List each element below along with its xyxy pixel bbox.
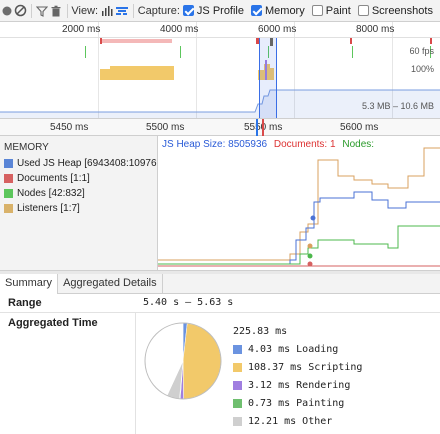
documents-point xyxy=(307,261,313,267)
detail-time-ruler: 5450 ms 5500 ms 5550 ms 5600 ms xyxy=(0,118,440,136)
pie-legend-label: 108.37 ms Scripting xyxy=(248,362,363,373)
checkbox-box[interactable] xyxy=(251,5,262,16)
tab-aggregated-details[interactable]: Aggregated Details xyxy=(58,274,163,294)
heap-range-label: 5.3 MB – 10.6 MB xyxy=(361,101,434,111)
legend-documents[interactable]: Documents [1:1] xyxy=(4,173,158,184)
ruler-tick-label: 5600 ms xyxy=(340,122,379,133)
legend-nodes[interactable]: Nodes [42:832] xyxy=(4,188,158,199)
pie-slice-scripting xyxy=(182,322,222,400)
pie-legend-label: 4.03 ms Loading xyxy=(248,344,339,355)
pie-legend-other: 12.21 ms Other xyxy=(233,416,332,427)
legend-swatch xyxy=(4,189,13,198)
memory-legend-panel: MEMORY Used JS Heap [6943408:10976 Docum… xyxy=(0,136,158,270)
capture-paint-checkbox[interactable]: Paint xyxy=(311,4,351,17)
view-flamechart-button[interactable] xyxy=(115,0,129,21)
trash-icon xyxy=(51,5,61,16)
range-value: 5.40 s – 5.63 s xyxy=(143,297,234,308)
summary-panel: Range 5.40 s – 5.63 s Aggregated Time 22… xyxy=(0,294,440,434)
ruler-tick-label: 5450 ms xyxy=(50,122,89,133)
legend-js-heap[interactable]: Used JS Heap [6943408:10976 xyxy=(4,158,158,169)
toolbar-divider xyxy=(66,3,68,18)
timeline-overview[interactable]: 2000 ms 4000 ms 6000 ms 8000 ms 60 fps 1… xyxy=(0,22,440,118)
fps-label: 60 fps xyxy=(409,46,434,56)
memory-lines-svg xyxy=(158,147,440,267)
capture-memory-checkbox[interactable]: Memory xyxy=(251,5,305,17)
garbage-collect-button[interactable] xyxy=(49,0,63,21)
column-divider xyxy=(135,312,136,434)
tab-summary[interactable]: Summary xyxy=(0,274,59,295)
view-label: View: xyxy=(71,4,99,17)
filter-button[interactable] xyxy=(36,0,50,21)
legend-swatch xyxy=(233,381,242,390)
cpu-label: 100% xyxy=(410,64,434,74)
pie-legend-label: 12.21 ms Other xyxy=(248,416,333,427)
legend-listeners[interactable]: Listeners [1:7] xyxy=(4,203,158,214)
cursor-marker[interactable] xyxy=(256,119,258,136)
checkbox-label: JS Profile xyxy=(196,4,244,17)
clear-button[interactable] xyxy=(14,0,28,21)
listeners-point xyxy=(307,243,313,249)
legend-swatch xyxy=(233,417,242,426)
selection-handle[interactable] xyxy=(270,38,273,46)
checkbox-box[interactable] xyxy=(182,5,194,16)
range-label: Range xyxy=(8,297,42,309)
checkbox-label: Paint xyxy=(325,4,351,17)
overview-selection-window[interactable] xyxy=(259,38,277,118)
checkbox-label: Memory xyxy=(265,4,305,17)
aggregated-time-pie-chart xyxy=(144,322,222,400)
frame-marker xyxy=(262,119,264,136)
ruler-tick-label: 5500 ms xyxy=(146,122,185,133)
toolbar-divider xyxy=(31,3,32,18)
pie-legend-label: 0.73 ms Painting xyxy=(248,398,345,409)
toolbar-divider xyxy=(133,3,134,18)
overview-left-area xyxy=(0,22,259,118)
legend-label: Listeners [1:7] xyxy=(17,203,80,214)
bar-chart-icon xyxy=(102,5,113,16)
frame-marker xyxy=(350,38,352,44)
checkbox-label: Screenshots xyxy=(371,4,433,17)
memory-counter-chart[interactable]: JS Heap Size: 8505936 Documents: 1 Nodes… xyxy=(158,136,440,270)
overview-tick-label: 8000 ms xyxy=(356,24,395,35)
legend-label: Nodes [42:832] xyxy=(17,188,85,199)
filter-icon xyxy=(36,5,49,17)
checkbox-box[interactable] xyxy=(357,5,369,16)
legend-label: Documents [1:1] xyxy=(17,173,90,184)
record-button[interactable] xyxy=(0,0,14,21)
fps-bar xyxy=(352,46,353,58)
flame-chart-icon xyxy=(116,6,129,15)
legend-swatch xyxy=(4,159,13,168)
view-bars-button[interactable] xyxy=(101,0,115,21)
capture-label: Capture: xyxy=(137,4,180,17)
timeline-toolbar: View: Capture: JS Profile Memory Paint S… xyxy=(0,0,440,22)
row-divider xyxy=(0,312,440,313)
pie-legend-loading: 4.03 ms Loading xyxy=(233,344,338,355)
pie-legend-scripting: 108.37 ms Scripting xyxy=(233,362,362,373)
legend-swatch xyxy=(4,204,13,213)
legend-swatch xyxy=(233,399,242,408)
nodes-line xyxy=(158,225,440,265)
nodes-point xyxy=(307,253,313,259)
pie-legend-rendering: 3.12 ms Rendering xyxy=(233,380,350,391)
capture-js-profile-checkbox[interactable]: JS Profile xyxy=(182,4,244,17)
legend-swatch xyxy=(233,345,242,354)
legend-swatch xyxy=(4,174,13,183)
overview-tick-label: 6000 ms xyxy=(258,24,297,35)
checkbox-box[interactable] xyxy=(311,5,323,16)
clear-icon xyxy=(14,4,27,17)
total-time: 225.83 ms xyxy=(233,326,288,337)
pie-legend-label: 3.12 ms Rendering xyxy=(248,380,351,391)
legend-label: Used JS Heap [6943408:10976 xyxy=(17,158,157,169)
frame-marker xyxy=(430,38,432,44)
memory-title: MEMORY xyxy=(4,142,49,153)
capture-screenshots-checkbox[interactable]: Screenshots xyxy=(357,4,433,17)
legend-swatch xyxy=(233,363,242,372)
heap-point xyxy=(310,215,316,221)
details-tabs: Summary Aggregated Details xyxy=(0,274,440,295)
aggregated-time-label: Aggregated Time xyxy=(8,317,98,329)
record-icon xyxy=(2,6,12,15)
pie-legend-painting: 0.73 ms Painting xyxy=(233,398,344,409)
